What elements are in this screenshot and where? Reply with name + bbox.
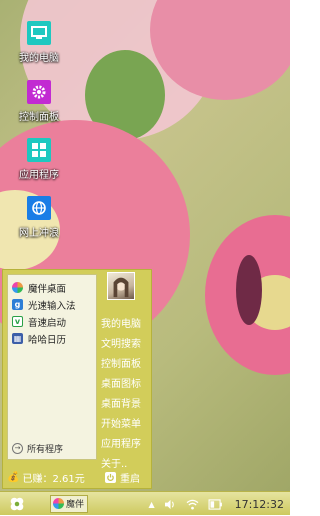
start-menu-shortcuts: 我的电脑 文明搜索 控制面板 桌面图标 桌面背景 开始菜单 应用程序 关于.. [101, 312, 151, 472]
monitor-icon [27, 21, 51, 45]
desktop-icon-label: 我的电脑 [19, 53, 59, 64]
app-item-calendar[interactable]: ▦ 哈哈日历 [8, 330, 96, 347]
pinwheel-icon [12, 282, 23, 293]
menu-item-start-menu[interactable]: 开始菜单 [101, 412, 151, 432]
taskbar-app-moban[interactable]: 魔伴 [50, 494, 88, 513]
triangle-up-icon[interactable]: ▲ [148, 500, 154, 509]
restart-button[interactable]: 重启 [99, 470, 140, 485]
wifi-icon[interactable] [186, 499, 199, 510]
start-menu-app-list: 魔伴桌面 g 光速输入法 v 音速启动 ▦ 哈哈日历 → 所有程序 [7, 274, 97, 460]
flower-center-dark [236, 255, 262, 325]
menu-item-control-panel[interactable]: 控制面板 [101, 352, 151, 372]
earnings-status: 💰 已赚：2.61元 [7, 471, 85, 485]
volume-icon[interactable] [164, 499, 177, 510]
power-icon [105, 471, 116, 483]
battery-icon[interactable] [208, 498, 223, 510]
start-button[interactable] [6, 493, 28, 515]
menu-item-applications[interactable]: 应用程序 [101, 432, 151, 452]
g-keyboard-icon: g [12, 299, 23, 310]
apps-grid-icon [27, 138, 51, 162]
system-tray: ▲ 17:12:32 [139, 492, 284, 516]
start-menu: 魔伴桌面 g 光速输入法 v 音速启动 ▦ 哈哈日历 → 所有程序 我的电脑 文… [2, 269, 152, 489]
user-avatar[interactable] [107, 272, 135, 300]
v-launch-icon: v [12, 316, 23, 327]
app-item-input-method[interactable]: g 光速输入法 [8, 296, 96, 313]
menu-item-desktop-icons[interactable]: 桌面图标 [101, 372, 151, 392]
money-bag-icon: 💰 [7, 471, 20, 483]
clock[interactable]: 17:12:32 [235, 498, 284, 511]
desktop-icon-internet[interactable]: 网上冲浪 [9, 196, 69, 239]
gear-icon [27, 80, 51, 104]
menu-item-my-computer[interactable]: 我的电脑 [101, 312, 151, 332]
pinwheel-icon [53, 498, 64, 509]
app-item-quick-launch[interactable]: v 音速启动 [8, 313, 96, 330]
menu-item-search[interactable]: 文明搜索 [101, 332, 151, 352]
desktop-icon-control-panel[interactable]: 控制面板 [9, 80, 69, 123]
menu-item-desktop-background[interactable]: 桌面背景 [101, 392, 151, 412]
arrow-right-icon: → [12, 443, 23, 454]
globe-icon [27, 196, 51, 220]
desktop-icon-my-computer[interactable]: 我的电脑 [9, 21, 69, 64]
desktop-icon-label: 控制面板 [19, 112, 59, 123]
all-programs-button[interactable]: → 所有程序 [8, 442, 96, 455]
app-item-mobanzhuomian[interactable]: 魔伴桌面 [8, 279, 96, 296]
desktop-icon-label: 应用程序 [19, 170, 59, 181]
desktop-icon-label: 网上冲浪 [19, 228, 59, 239]
start-menu-footer: 💰 已赚：2.61元 重启 [3, 466, 151, 488]
taskbar: 魔伴 ▲ 17:12:32 [0, 491, 290, 515]
clover-icon [10, 497, 24, 510]
calendar-icon: ▦ [12, 333, 23, 344]
desktop-icon-applications[interactable]: 应用程序 [9, 138, 69, 181]
